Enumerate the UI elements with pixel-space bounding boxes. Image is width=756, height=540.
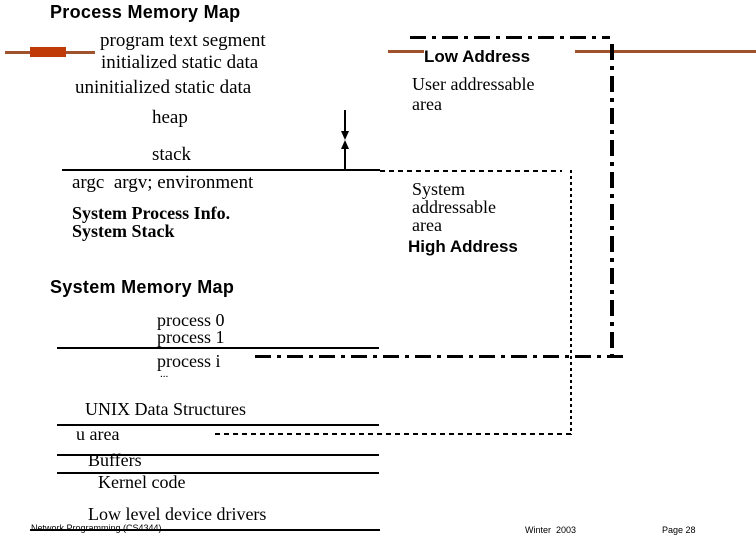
segment-label-stack: stack xyxy=(152,144,192,165)
label-user-addressable-area-line1: User addressable xyxy=(412,74,535,94)
stack-grow-up-arrow xyxy=(341,140,349,170)
divider-under-stack xyxy=(62,169,380,171)
system-row-unix-data-structures: UNIX Data Structures xyxy=(85,399,246,419)
segment-label-program-text: program text segment xyxy=(100,30,266,51)
segment-label-argc-argv-environment: argc argv; environment xyxy=(72,172,254,193)
system-row-ellipsis-lower: ... xyxy=(160,368,169,380)
link-dashed-u-area-to-system-area xyxy=(215,433,572,435)
label-user-addressable-area-line2: area xyxy=(412,94,442,114)
brown-accent-bar-left xyxy=(30,47,66,57)
system-row-u-area: u area xyxy=(76,424,120,444)
footer-course-label: Network Programming (CS4344) xyxy=(31,523,162,533)
brown-accent-line-right-segment-b xyxy=(575,50,756,53)
divider-above-process-i xyxy=(57,347,379,349)
label-system-addressable-area-line3: area xyxy=(412,215,442,235)
page-title-system-memory-map: System Memory Map xyxy=(50,277,235,297)
link-dashdot-process-i-to-user-area xyxy=(255,355,625,358)
label-high-address: High Address xyxy=(408,237,518,256)
segment-label-initialized-static-data: initialized static data xyxy=(101,52,259,73)
boundary-dashdot-top xyxy=(410,36,610,39)
system-row-buffers: Buffers xyxy=(88,450,142,470)
segment-label-heap: heap xyxy=(152,107,188,128)
extent-dashdot-vertical-user xyxy=(610,44,614,357)
system-row-low-level-device-drivers: Low level device drivers xyxy=(88,504,267,524)
extent-dotted-vertical-system xyxy=(570,170,572,435)
segment-label-uninitialized-static-data: uninitialized static data xyxy=(75,77,252,98)
footer-term-label: Winter 2003 xyxy=(525,525,577,535)
label-low-address: Low Address xyxy=(424,47,531,66)
system-row-kernel-code: Kernel code xyxy=(98,472,186,492)
heap-grow-down-arrow xyxy=(341,110,349,140)
page-title-process-memory-map: Process Memory Map xyxy=(50,2,241,22)
segment-label-system-stack: System Stack xyxy=(72,221,175,241)
brown-accent-line-right-segment-a xyxy=(388,50,424,53)
footer-page-label: Page 28 xyxy=(662,525,696,535)
slide-canvas: Process Memory Map program text segment … xyxy=(0,0,756,540)
boundary-dashed-user-system xyxy=(380,170,562,172)
